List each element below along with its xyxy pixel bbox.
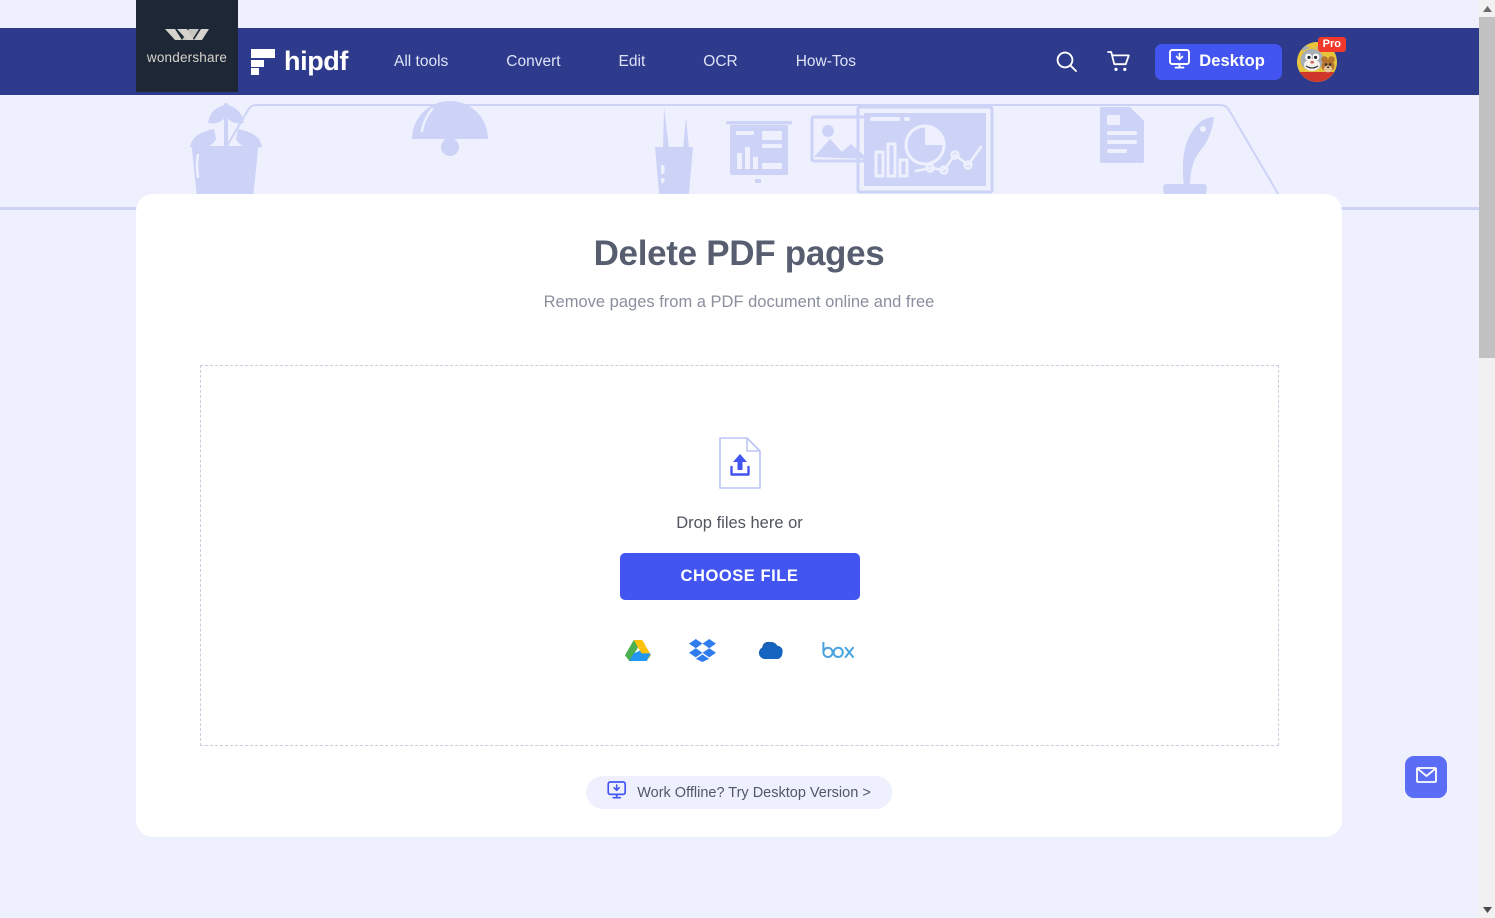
- desktop-button[interactable]: Desktop: [1155, 43, 1282, 80]
- nav-item-all-tools[interactable]: All tools: [394, 45, 448, 79]
- nav-right-actions: Desktop Pro: [1049, 36, 1479, 82]
- hipdf-wordmark: hipdf: [284, 46, 348, 76]
- search-icon[interactable]: [1049, 45, 1083, 79]
- wondershare-logo-icon: [163, 28, 211, 45]
- tool-card: Delete PDF pages Remove pages from a PDF…: [136, 194, 1342, 837]
- nav-item-convert[interactable]: Convert: [506, 45, 560, 79]
- scroll-down-arrow[interactable]: [1479, 901, 1495, 918]
- nav-item-how-tos[interactable]: How-Tos: [796, 45, 856, 79]
- onedrive-icon[interactable]: [754, 640, 784, 665]
- shopping-cart-icon[interactable]: [1102, 45, 1136, 79]
- vertical-scrollbar[interactable]: [1479, 0, 1495, 918]
- nav-links: All tools Convert Edit OCR How-Tos: [394, 45, 856, 79]
- wondershare-label: wondershare: [146, 49, 228, 65]
- nav-item-edit[interactable]: Edit: [619, 45, 646, 79]
- page-viewport: hipdf All tools Convert Edit OCR How-Tos: [0, 0, 1479, 918]
- drop-files-text: Drop files here or: [676, 514, 803, 532]
- dropbox-icon[interactable]: [689, 638, 716, 667]
- nav-item-ocr[interactable]: OCR: [703, 45, 737, 79]
- desktop-button-label: Desktop: [1199, 52, 1265, 70]
- choose-file-button[interactable]: CHOOSE FILE: [619, 553, 860, 600]
- google-drive-icon[interactable]: [625, 639, 651, 667]
- try-desktop-version-link[interactable]: Work Offline? Try Desktop Version >: [586, 776, 892, 809]
- scrollbar-thumb[interactable]: [1479, 17, 1495, 358]
- file-dropzone[interactable]: Drop files here or CHOOSE FILE: [200, 365, 1279, 746]
- page-title: Delete PDF pages: [593, 234, 885, 273]
- desk-illustration: [0, 95, 1479, 210]
- cloud-source-row: [625, 638, 854, 667]
- monitor-download-icon: [1169, 49, 1191, 74]
- scroll-up-arrow[interactable]: [1479, 0, 1495, 17]
- try-desktop-version-label: Work Offline? Try Desktop Version >: [637, 784, 871, 801]
- monitor-download-icon: [607, 781, 627, 804]
- page-subtitle: Remove pages from a PDF document online …: [543, 293, 935, 311]
- file-upload-icon: [718, 437, 761, 489]
- avatar[interactable]: Pro: [1297, 36, 1346, 82]
- pro-badge: Pro: [1317, 36, 1346, 52]
- contact-email-button[interactable]: [1405, 756, 1447, 798]
- wondershare-logo-panel[interactable]: wondershare: [136, 0, 238, 92]
- hipdf-logo-icon: [251, 48, 275, 75]
- hipdf-brand-logo[interactable]: hipdf: [251, 46, 348, 77]
- envelope-icon: [1415, 766, 1437, 788]
- box-icon[interactable]: [822, 641, 854, 664]
